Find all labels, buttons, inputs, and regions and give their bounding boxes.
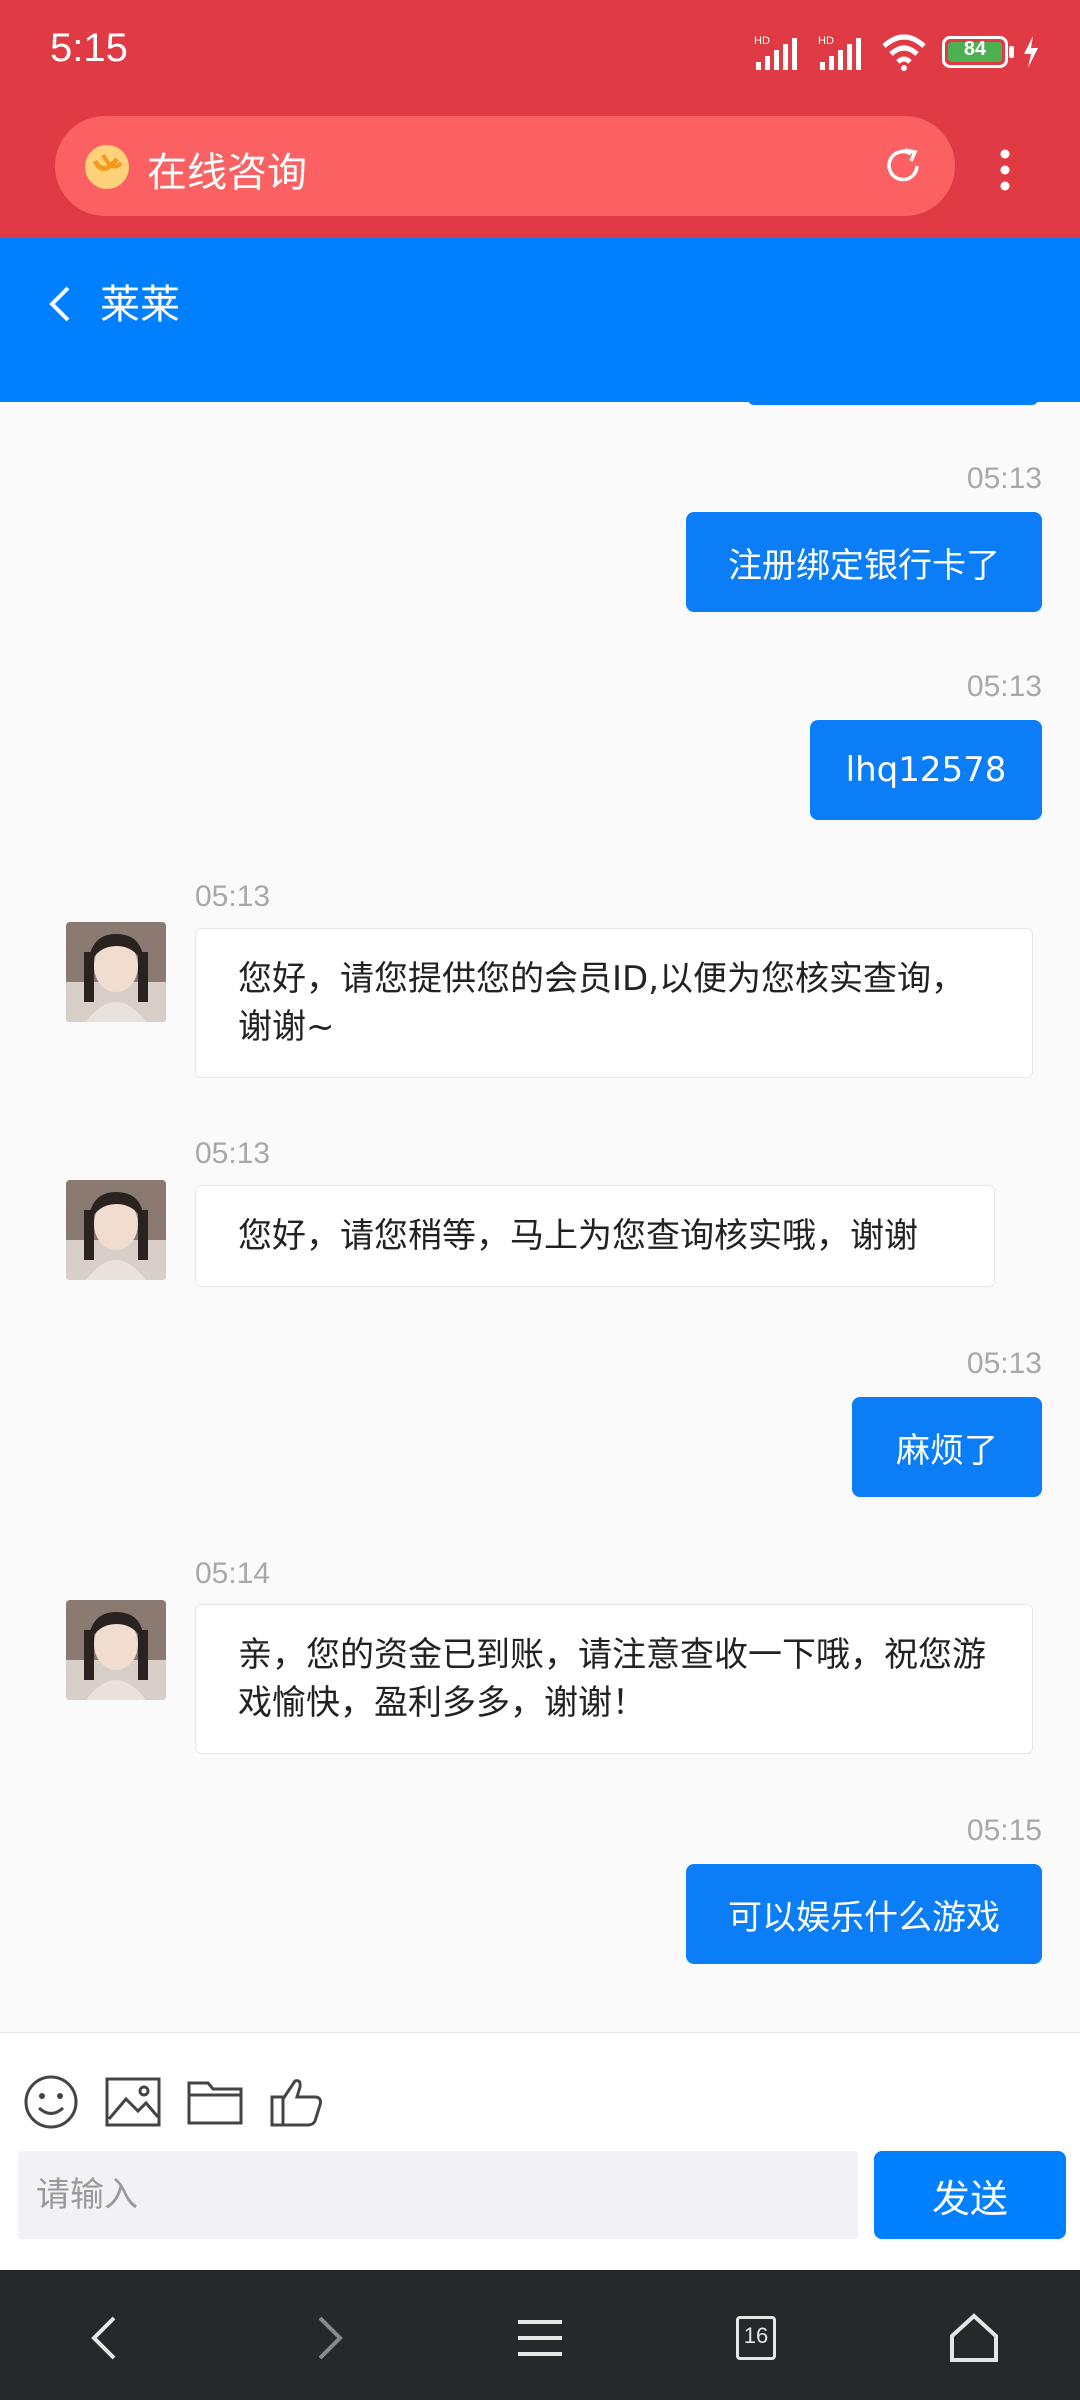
chat-title: 莱莱: [100, 282, 180, 328]
folder-icon[interactable]: [186, 2073, 244, 2131]
thumbs-up-icon[interactable]: [268, 2073, 326, 2131]
signal-hd-icon-2: HD: [818, 35, 861, 70]
browser-nav-bar: 16: [0, 2270, 1080, 2400]
svg-text:HD: HD: [754, 35, 770, 47]
back-icon[interactable]: [40, 274, 80, 334]
tab-count: 16: [743, 2323, 769, 2348]
message-time: 05:15: [966, 1814, 1042, 1847]
message-time: 05:14: [195, 1557, 271, 1590]
agent-avatar: [66, 1180, 166, 1280]
status-icons: HD HD 84: [752, 32, 1040, 72]
battery-level: 84: [963, 38, 987, 60]
message-time: 05:13: [966, 670, 1042, 703]
battery-icon: 84: [942, 36, 1014, 68]
message-time: 05:13: [195, 880, 271, 913]
reload-icon[interactable]: [879, 142, 927, 190]
outgoing-message-bubble[interactable]: 可以娱乐什么游戏: [686, 1864, 1042, 1964]
tabs-button[interactable]: 16: [726, 2308, 786, 2368]
incoming-message-bubble[interactable]: 您好，请您提供您的会员ID,以便为您核实查询，谢谢~: [195, 928, 1033, 1078]
page-title: 在线咨询: [147, 150, 307, 196]
site-logo-icon: [85, 145, 129, 189]
address-bar[interactable]: 在线咨询: [55, 116, 955, 216]
agent-avatar: [66, 1600, 166, 1700]
charging-icon: [1024, 36, 1038, 68]
wifi-icon: [882, 34, 926, 71]
svg-text:HD: HD: [818, 35, 834, 47]
partial-message-bubble: [748, 402, 1038, 405]
incoming-message-bubble[interactable]: 亲，您的资金已到账，请注意查收一下哦，祝您游戏愉快，盈利多多，谢谢！: [195, 1604, 1033, 1754]
message-time: 05:13: [966, 1347, 1042, 1380]
menu-icon[interactable]: [510, 2308, 570, 2368]
browser-toolbar: 在线咨询: [0, 102, 1080, 238]
status-bar: 5:15 HD HD 84: [0, 0, 1080, 102]
message-composer: 发送: [0, 2032, 1080, 2270]
message-time: 05:13: [966, 462, 1042, 495]
nav-back-icon[interactable]: [76, 2308, 136, 2368]
home-icon[interactable]: [944, 2308, 1004, 2368]
nav-forward-icon[interactable]: [298, 2308, 358, 2368]
emoji-icon[interactable]: [22, 2073, 80, 2131]
agent-avatar: [66, 922, 166, 1022]
incoming-message-bubble[interactable]: 您好，请您稍等，马上为您查询核实哦，谢谢: [195, 1185, 995, 1287]
chat-message-list[interactable]: 05:13 注册绑定银行卡了 05:13 lhq12578 05:13 您好，请…: [0, 402, 1080, 2032]
send-button[interactable]: 发送: [874, 2151, 1066, 2239]
chat-header: 莱莱: [0, 238, 1080, 402]
message-time: 05:13: [195, 1137, 271, 1170]
outgoing-message-bubble[interactable]: 麻烦了: [852, 1397, 1042, 1497]
signal-hd-icon: HD: [754, 35, 797, 70]
message-input[interactable]: [18, 2151, 858, 2239]
outgoing-message-bubble[interactable]: lhq12578: [810, 720, 1042, 820]
image-icon[interactable]: [104, 2073, 162, 2131]
more-menu-icon[interactable]: [990, 146, 1020, 194]
outgoing-message-bubble[interactable]: 注册绑定银行卡了: [686, 512, 1042, 612]
status-time: 5:15: [50, 26, 128, 70]
